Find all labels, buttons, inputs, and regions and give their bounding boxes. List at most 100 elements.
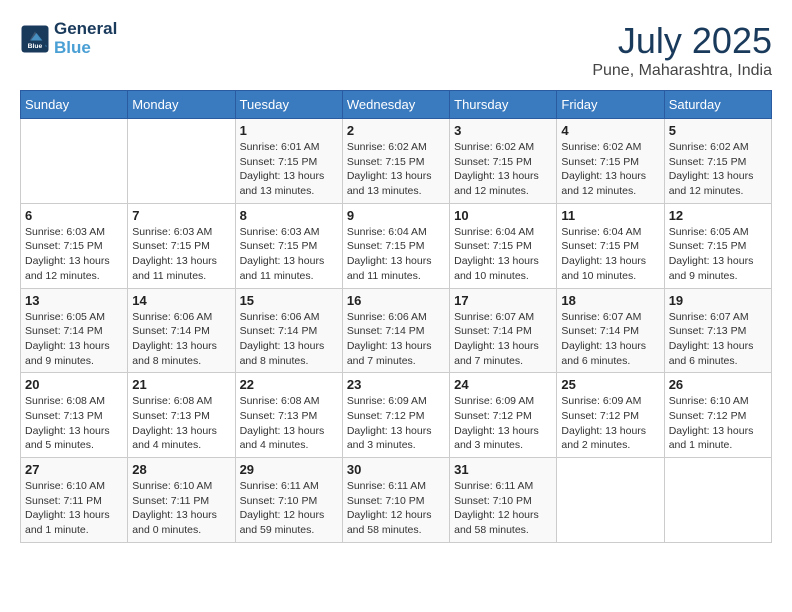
day-number: 17 (454, 293, 552, 308)
weekday-header-tuesday: Tuesday (235, 91, 342, 119)
logo: Blue General Blue (20, 20, 117, 57)
calendar-cell: 13Sunrise: 6:05 AM Sunset: 7:14 PM Dayli… (21, 288, 128, 373)
day-info: Sunrise: 6:04 AM Sunset: 7:15 PM Dayligh… (347, 225, 445, 284)
day-number: 19 (669, 293, 767, 308)
day-info: Sunrise: 6:04 AM Sunset: 7:15 PM Dayligh… (561, 225, 659, 284)
day-info: Sunrise: 6:02 AM Sunset: 7:15 PM Dayligh… (669, 140, 767, 199)
calendar-cell: 12 Sunrise: 6:05 AM Sunset: 7:15 PM Dayli… (664, 203, 771, 288)
calendar-cell (557, 458, 664, 543)
calendar-cell: 26Sunrise: 6:10 AM Sunset: 7:12 PM Dayli… (664, 373, 771, 458)
day-info: Sunrise: 6:10 AM Sunset: 7:11 PM Dayligh… (25, 479, 123, 538)
day-number: 20 (25, 377, 123, 392)
week-row-5: 27 Sunrise: 6:10 AM Sunset: 7:11 PM Dayli… (21, 458, 772, 543)
calendar-cell: 25 Sunrise: 6:09 AM Sunset: 7:12 PM Dayli… (557, 373, 664, 458)
logo-general: General (54, 20, 117, 39)
title-area: July 2025 Pune, Maharashtra, India (592, 20, 772, 80)
day-number: 15 (240, 293, 338, 308)
day-info: Sunrise: 6:07 AM Sunset: 7:13 PM Dayligh… (669, 310, 767, 369)
calendar-cell: 30Sunrise: 6:11 AM Sunset: 7:10 PM Dayli… (342, 458, 449, 543)
week-row-1: 1 Sunrise: 6:01 AM Sunset: 7:15 PM Daylig… (21, 119, 772, 204)
day-number: 7 (132, 208, 230, 223)
day-info: Sunrise: 6:08 AM Sunset: 7:13 PM Dayligh… (132, 394, 230, 453)
day-number: 1 (240, 123, 338, 138)
day-number: 11 (561, 208, 659, 223)
weekday-header-sunday: Sunday (21, 91, 128, 119)
calendar-cell: 11 Sunrise: 6:04 AM Sunset: 7:15 PM Dayli… (557, 203, 664, 288)
day-info: Sunrise: 6:01 AM Sunset: 7:15 PM Dayligh… (240, 140, 338, 199)
day-info: Sunrise: 6:11 AM Sunset: 7:10 PM Dayligh… (240, 479, 338, 538)
day-number: 22 (240, 377, 338, 392)
calendar-cell: 28Sunrise: 6:10 AM Sunset: 7:11 PM Dayli… (128, 458, 235, 543)
calendar-cell: 24 Sunrise: 6:09 AM Sunset: 7:12 PM Dayli… (450, 373, 557, 458)
svg-text:Blue: Blue (28, 43, 43, 50)
calendar-cell: 6Sunrise: 6:03 AM Sunset: 7:15 PM Daylig… (21, 203, 128, 288)
calendar-cell: 22 Sunrise: 6:08 AM Sunset: 7:13 PM Dayli… (235, 373, 342, 458)
day-info: Sunrise: 6:08 AM Sunset: 7:13 PM Dayligh… (240, 394, 338, 453)
month-title: July 2025 (592, 20, 772, 62)
day-info: Sunrise: 6:06 AM Sunset: 7:14 PM Dayligh… (240, 310, 338, 369)
calendar-cell: 7 Sunrise: 6:03 AM Sunset: 7:15 PM Daylig… (128, 203, 235, 288)
day-number: 4 (561, 123, 659, 138)
calendar-cell: 4 Sunrise: 6:02 AM Sunset: 7:15 PM Daylig… (557, 119, 664, 204)
calendar: SundayMondayTuesdayWednesdayThursdayFrid… (20, 90, 772, 543)
calendar-cell: 9 Sunrise: 6:04 AM Sunset: 7:15 PM Daylig… (342, 203, 449, 288)
page-header: Blue General Blue July 2025 Pune, Mahara… (20, 20, 772, 80)
calendar-cell (664, 458, 771, 543)
calendar-cell: 8Sunrise: 6:03 AM Sunset: 7:15 PM Daylig… (235, 203, 342, 288)
day-number: 26 (669, 377, 767, 392)
day-info: Sunrise: 6:02 AM Sunset: 7:15 PM Dayligh… (347, 140, 445, 199)
day-number: 23 (347, 377, 445, 392)
day-info: Sunrise: 6:11 AM Sunset: 7:10 PM Dayligh… (454, 479, 552, 538)
calendar-cell: 15 Sunrise: 6:06 AM Sunset: 7:14 PM Dayli… (235, 288, 342, 373)
weekday-header-wednesday: Wednesday (342, 91, 449, 119)
day-info: Sunrise: 6:09 AM Sunset: 7:12 PM Dayligh… (561, 394, 659, 453)
calendar-cell: 19 Sunrise: 6:07 AM Sunset: 7:13 PM Dayli… (664, 288, 771, 373)
calendar-cell: 23 Sunrise: 6:09 AM Sunset: 7:12 PM Dayli… (342, 373, 449, 458)
day-number: 27 (25, 462, 123, 477)
day-info: Sunrise: 6:04 AM Sunset: 7:15 PM Dayligh… (454, 225, 552, 284)
weekday-header-saturday: Saturday (664, 91, 771, 119)
day-info: Sunrise: 6:10 AM Sunset: 7:11 PM Dayligh… (132, 479, 230, 538)
day-number: 3 (454, 123, 552, 138)
weekday-header-row: SundayMondayTuesdayWednesdayThursdayFrid… (21, 91, 772, 119)
calendar-cell: 29 Sunrise: 6:11 AM Sunset: 7:10 PM Dayli… (235, 458, 342, 543)
day-info: Sunrise: 6:11 AM Sunset: 7:10 PM Dayligh… (347, 479, 445, 538)
day-number: 2 (347, 123, 445, 138)
day-info: Sunrise: 6:05 AM Sunset: 7:15 PM Dayligh… (669, 225, 767, 284)
day-number: 31 (454, 462, 552, 477)
calendar-cell: 2 Sunrise: 6:02 AM Sunset: 7:15 PM Daylig… (342, 119, 449, 204)
day-info: Sunrise: 6:03 AM Sunset: 7:15 PM Dayligh… (25, 225, 123, 284)
calendar-cell: 5 Sunrise: 6:02 AM Sunset: 7:15 PM Daylig… (664, 119, 771, 204)
day-info: Sunrise: 6:06 AM Sunset: 7:14 PM Dayligh… (347, 310, 445, 369)
logo-blue: Blue (54, 39, 117, 58)
calendar-cell: 16Sunrise: 6:06 AM Sunset: 7:14 PM Dayli… (342, 288, 449, 373)
calendar-cell (21, 119, 128, 204)
day-info: Sunrise: 6:03 AM Sunset: 7:15 PM Dayligh… (132, 225, 230, 284)
day-info: Sunrise: 6:07 AM Sunset: 7:14 PM Dayligh… (454, 310, 552, 369)
day-info: Sunrise: 6:02 AM Sunset: 7:15 PM Dayligh… (454, 140, 552, 199)
day-info: Sunrise: 6:09 AM Sunset: 7:12 PM Dayligh… (347, 394, 445, 453)
day-number: 25 (561, 377, 659, 392)
day-number: 12 (669, 208, 767, 223)
logo-icon: Blue (20, 24, 50, 54)
calendar-cell: 10Sunrise: 6:04 AM Sunset: 7:15 PM Dayli… (450, 203, 557, 288)
day-info: Sunrise: 6:02 AM Sunset: 7:15 PM Dayligh… (561, 140, 659, 199)
calendar-cell: 14Sunrise: 6:06 AM Sunset: 7:14 PM Dayli… (128, 288, 235, 373)
day-number: 14 (132, 293, 230, 308)
week-row-4: 20 Sunrise: 6:08 AM Sunset: 7:13 PM Dayli… (21, 373, 772, 458)
weekday-header-friday: Friday (557, 91, 664, 119)
week-row-3: 13Sunrise: 6:05 AM Sunset: 7:14 PM Dayli… (21, 288, 772, 373)
day-number: 5 (669, 123, 767, 138)
day-number: 24 (454, 377, 552, 392)
day-number: 13 (25, 293, 123, 308)
day-info: Sunrise: 6:03 AM Sunset: 7:15 PM Dayligh… (240, 225, 338, 284)
day-info: Sunrise: 6:09 AM Sunset: 7:12 PM Dayligh… (454, 394, 552, 453)
day-number: 9 (347, 208, 445, 223)
calendar-cell: 18Sunrise: 6:07 AM Sunset: 7:14 PM Dayli… (557, 288, 664, 373)
weekday-header-monday: Monday (128, 91, 235, 119)
day-number: 29 (240, 462, 338, 477)
week-row-2: 6Sunrise: 6:03 AM Sunset: 7:15 PM Daylig… (21, 203, 772, 288)
calendar-cell: 20Sunrise: 6:08 AM Sunset: 7:13 PM Dayli… (21, 373, 128, 458)
day-number: 18 (561, 293, 659, 308)
location: Pune, Maharashtra, India (592, 62, 772, 80)
